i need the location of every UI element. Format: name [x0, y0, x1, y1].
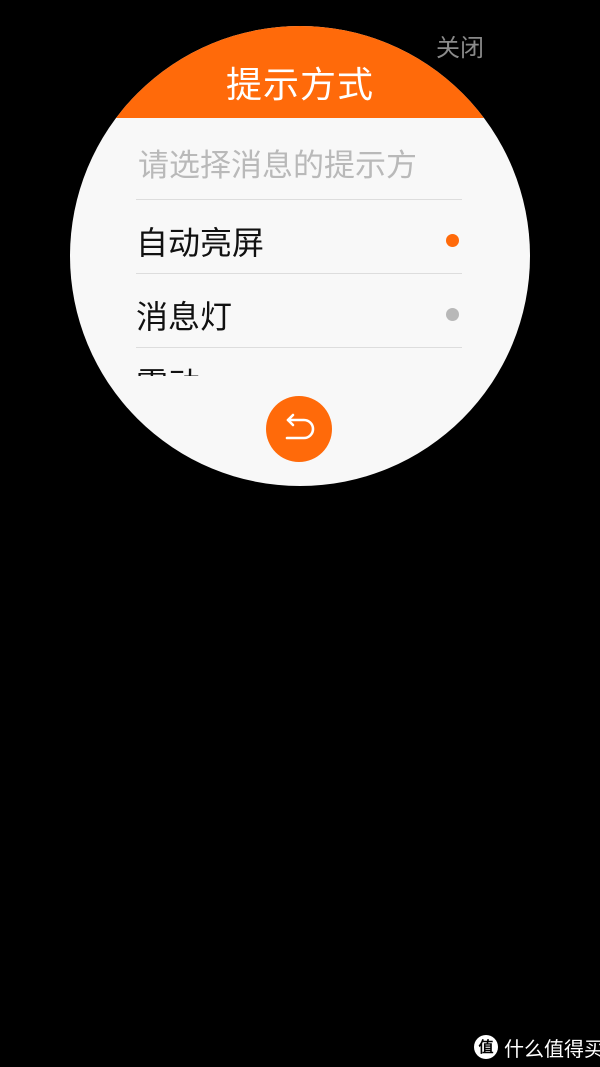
back-button[interactable] — [266, 396, 332, 462]
divider — [136, 347, 462, 348]
watch-dialog: 提示方式 请选择消息的提示方 自动亮屏 消息灯 震动 — [70, 26, 530, 486]
divider — [136, 199, 462, 200]
smzdm-logo-icon: 值 — [474, 1035, 498, 1059]
watermark-text: 什么值得买 — [504, 1036, 600, 1061]
option-label: 自动亮屏 — [136, 224, 265, 262]
divider — [136, 273, 462, 274]
dialog-title: 提示方式 — [225, 65, 374, 106]
screen: 关闭 提示方式 请选择消息的提示方 自动亮屏 消息灯 震动 值 — [0, 0, 600, 1067]
option-label: 消息灯 — [136, 298, 233, 336]
dialog-subtitle: 请选择消息的提示方 — [138, 148, 417, 184]
radio-selected-icon[interactable] — [446, 234, 459, 247]
option-notification-light[interactable]: 消息灯 — [70, 276, 530, 348]
option-auto-screen-on[interactable]: 自动亮屏 — [70, 202, 530, 274]
watermark: 值 什么值得买 — [474, 1034, 600, 1061]
radio-unselected-icon[interactable] — [446, 308, 459, 321]
dialog-title-bar: 提示方式 — [70, 26, 530, 118]
option-label-partial[interactable]: 震动 — [136, 364, 200, 376]
back-arrow-icon — [285, 413, 315, 440]
